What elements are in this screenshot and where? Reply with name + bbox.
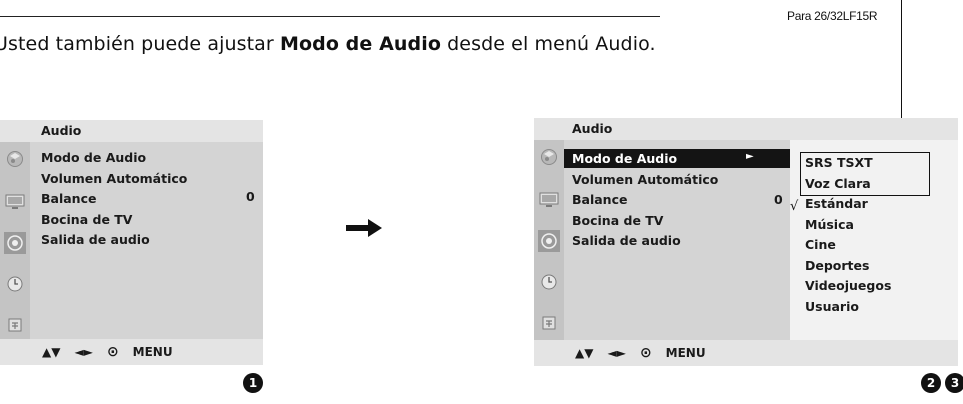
menu-item-audio-out[interactable]: Salida de audio [572, 231, 718, 252]
balance-value: 0 [246, 189, 255, 204]
option-voz-clara[interactable]: Voz Clara [805, 174, 891, 195]
audio-icon[interactable] [538, 230, 560, 252]
right-arrow-icon [346, 219, 382, 237]
option-usuario[interactable]: Usuario [805, 297, 891, 318]
option-srs-tsxt[interactable]: SRS TSXT [805, 153, 891, 174]
lock-icon[interactable] [4, 314, 26, 336]
header-rule [0, 16, 660, 17]
arrow-up-down-icon: ▲▼ [575, 346, 594, 360]
option-videojuegos[interactable]: Videojuegos [805, 276, 891, 297]
menu-title-bar [0, 120, 263, 142]
submenu-arrow-icon: ► [746, 151, 754, 162]
menu-footer-nav: ▲▼ ◄► ⊙ MENU [575, 345, 706, 361]
clock-icon[interactable] [4, 273, 26, 295]
menu-title: Audio [41, 123, 82, 138]
menu-key-label: MENU [132, 345, 173, 359]
menu-item-balance[interactable]: Balance [572, 190, 718, 211]
balance-value: 0 [774, 192, 783, 207]
step-number-2: 2 [921, 373, 941, 393]
menu-item-list: Modo de Audio Volumen Automático Balance… [572, 149, 718, 252]
arrow-up-down-icon: ▲▼ [42, 345, 61, 359]
picture-icon[interactable] [538, 146, 560, 168]
menu-item-audio-mode[interactable]: Modo de Audio [572, 149, 718, 170]
intro-bold-mode: Modo de Audio [279, 33, 441, 55]
step-number-3: 3 [945, 373, 963, 393]
intro-sentence: Usted también puede ajustar Modo de Audi… [0, 33, 656, 55]
audio-menu-step2: Audio Modo de Audio Volumen Automático B… [534, 118, 958, 366]
menu-title: Audio [572, 121, 613, 136]
audio-icon[interactable] [4, 232, 26, 254]
menu-icon-column [534, 140, 564, 340]
intro-text-pre: Usted también puede ajustar [0, 33, 280, 55]
model-note: Para 26/32LF15R [787, 9, 878, 23]
menu-footer-nav: ▲▼ ◄► ⊙ MENU [42, 344, 173, 360]
option-estandar[interactable]: Estándar [805, 194, 891, 215]
menu-item-balance[interactable]: Balance [41, 189, 187, 210]
clock-icon[interactable] [538, 271, 560, 293]
option-musica[interactable]: Música [805, 215, 891, 236]
step-number-1: 1 [243, 373, 263, 393]
intro-text-mid: desde el menú [440, 33, 596, 55]
arrow-left-right-icon: ◄► [74, 345, 93, 359]
menu-item-tv-speaker[interactable]: Bocina de TV [572, 211, 718, 232]
screen-icon[interactable] [538, 189, 560, 211]
audio-menu-step1: Audio Modo de Audio Volumen Automático B… [0, 120, 263, 365]
menu-key-label: MENU [665, 346, 706, 360]
option-deportes[interactable]: Deportes [805, 256, 891, 277]
menu-item-auto-volume[interactable]: Volumen Automático [572, 170, 718, 191]
intro-text-post: . [649, 33, 656, 55]
intro-menu-name: Audio [595, 33, 650, 55]
ok-button-icon: ⊙ [639, 345, 652, 361]
menu-item-audio-out[interactable]: Salida de audio [41, 230, 187, 251]
option-cine[interactable]: Cine [805, 235, 891, 256]
lock-icon[interactable] [538, 312, 560, 334]
ok-button-icon: ⊙ [106, 344, 119, 360]
menu-item-audio-mode[interactable]: Modo de Audio [41, 148, 187, 169]
checkmark-icon: √ [790, 199, 799, 214]
submenu-option-list: SRS TSXT Voz Clara Estándar Música Cine … [805, 153, 891, 317]
menu-icon-column [0, 142, 30, 339]
arrow-left-right-icon: ◄► [607, 346, 626, 360]
menu-item-list: Modo de Audio Volumen Automático Balance… [41, 148, 187, 251]
picture-icon[interactable] [4, 148, 26, 170]
menu-item-tv-speaker[interactable]: Bocina de TV [41, 210, 187, 231]
screen-icon[interactable] [4, 191, 26, 213]
menu-item-auto-volume[interactable]: Volumen Automático [41, 169, 187, 190]
